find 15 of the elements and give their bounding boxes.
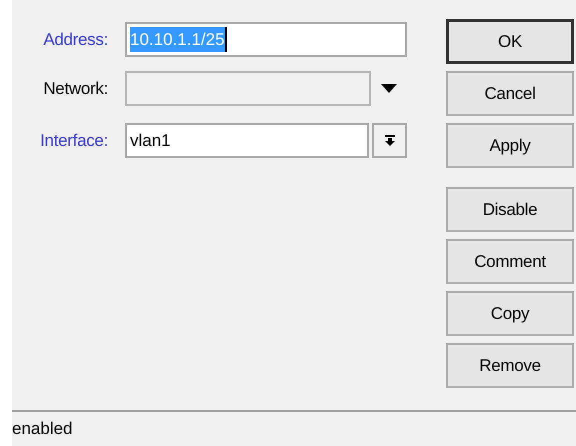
status-text: enabled [12, 418, 73, 440]
dialog-button[interactable]: Copy [446, 291, 574, 336]
dropdown-arrow-icon[interactable] [381, 84, 397, 93]
field-label: Address: [42, 28, 108, 51]
dialog-button[interactable]: Remove [446, 343, 574, 388]
dropdown-button[interactable] [372, 123, 407, 158]
dialog-button[interactable]: Apply [446, 123, 574, 168]
dialog-button[interactable]: Comment [446, 239, 574, 284]
dialog-button[interactable]: OK [446, 19, 574, 64]
field-label: Network: [42, 78, 108, 100]
field-label: Interface: [39, 130, 108, 152]
down-arrow-icon [384, 134, 396, 146]
interface-field[interactable]: vlan1 [125, 123, 369, 158]
dialog-button[interactable]: Cancel [446, 71, 574, 116]
dialog-button[interactable]: Disable [446, 187, 574, 232]
